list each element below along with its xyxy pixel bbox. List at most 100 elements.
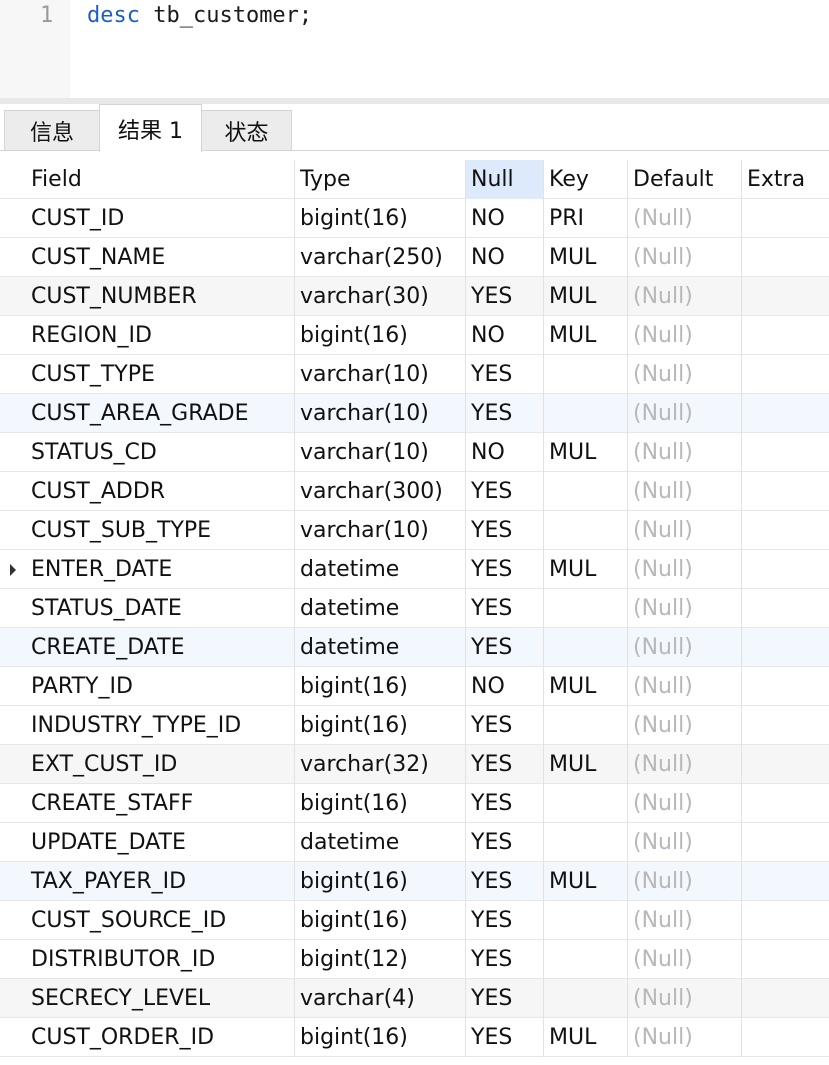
cell-default[interactable]: (Null) <box>628 784 742 823</box>
cell-type[interactable]: varchar(10) <box>295 394 466 433</box>
cell-type[interactable]: bigint(16) <box>295 667 466 706</box>
table-row[interactable]: DISTRIBUTOR_ID bigint(12) YES (Null) <box>0 940 829 979</box>
cell-null[interactable]: YES <box>466 355 544 394</box>
row-indicator[interactable] <box>0 433 26 472</box>
cell-key[interactable] <box>544 940 628 979</box>
cell-field[interactable]: CUST_ADDR <box>26 472 295 511</box>
cell-extra[interactable] <box>742 667 829 706</box>
cell-field[interactable]: UPDATE_DATE <box>26 823 295 862</box>
column-header-type[interactable]: Type <box>295 160 466 199</box>
cell-type[interactable]: bigint(16) <box>295 901 466 940</box>
cell-null[interactable]: YES <box>466 550 544 589</box>
cell-default[interactable]: (Null) <box>628 199 742 238</box>
table-row[interactable]: REGION_ID bigint(16) NO MUL (Null) <box>0 316 829 355</box>
cell-null[interactable]: YES <box>466 277 544 316</box>
cell-null[interactable]: YES <box>466 823 544 862</box>
table-row[interactable]: CUST_AREA_GRADE varchar(10) YES (Null) <box>0 394 829 433</box>
cell-extra[interactable] <box>742 940 829 979</box>
sql-code-line[interactable]: desc tb_customer; <box>87 3 312 28</box>
cell-field[interactable]: CUST_AREA_GRADE <box>26 394 295 433</box>
row-indicator[interactable] <box>0 628 26 667</box>
table-row[interactable]: CUST_ID bigint(16) NO PRI (Null) <box>0 199 829 238</box>
row-indicator[interactable] <box>0 238 26 277</box>
cell-key[interactable]: MUL <box>544 433 628 472</box>
cell-key[interactable] <box>544 511 628 550</box>
row-indicator[interactable] <box>0 394 26 433</box>
cell-key[interactable]: PRI <box>544 199 628 238</box>
cell-field[interactable]: CUST_NAME <box>26 238 295 277</box>
cell-extra[interactable] <box>742 355 829 394</box>
cell-key[interactable] <box>544 472 628 511</box>
row-indicator[interactable] <box>0 277 26 316</box>
cell-default[interactable]: (Null) <box>628 745 742 784</box>
cell-extra[interactable] <box>742 316 829 355</box>
sql-editor[interactable]: 1 desc tb_customer; <box>0 0 829 98</box>
cell-extra[interactable] <box>742 433 829 472</box>
cell-null[interactable]: NO <box>466 238 544 277</box>
cell-type[interactable]: datetime <box>295 589 466 628</box>
cell-key[interactable] <box>544 901 628 940</box>
cell-type[interactable]: bigint(16) <box>295 199 466 238</box>
cell-default[interactable]: (Null) <box>628 706 742 745</box>
cell-type[interactable]: varchar(10) <box>295 355 466 394</box>
table-row[interactable]: STATUS_DATE datetime YES (Null) <box>0 589 829 628</box>
cell-default[interactable]: (Null) <box>628 823 742 862</box>
cell-key[interactable]: MUL <box>544 550 628 589</box>
row-indicator[interactable] <box>0 979 26 1018</box>
cell-key[interactable] <box>544 355 628 394</box>
cell-default[interactable]: (Null) <box>628 862 742 901</box>
row-indicator[interactable] <box>0 199 26 238</box>
cell-type[interactable]: bigint(16) <box>295 784 466 823</box>
cell-extra[interactable] <box>742 589 829 628</box>
table-row[interactable]: EXT_CUST_ID varchar(32) YES MUL (Null) <box>0 745 829 784</box>
cell-field[interactable]: EXT_CUST_ID <box>26 745 295 784</box>
column-header-default[interactable]: Default <box>628 160 742 199</box>
column-header-key[interactable]: Key <box>544 160 628 199</box>
table-row[interactable]: PARTY_ID bigint(16) NO MUL (Null) <box>0 667 829 706</box>
table-row[interactable]: STATUS_CD varchar(10) NO MUL (Null) <box>0 433 829 472</box>
cell-default[interactable]: (Null) <box>628 589 742 628</box>
cell-extra[interactable] <box>742 238 829 277</box>
cell-extra[interactable] <box>742 1018 829 1057</box>
cell-field[interactable]: TAX_PAYER_ID <box>26 862 295 901</box>
cell-extra[interactable] <box>742 277 829 316</box>
cell-default[interactable]: (Null) <box>628 472 742 511</box>
row-indicator[interactable] <box>0 784 26 823</box>
cell-extra[interactable] <box>742 862 829 901</box>
cell-field[interactable]: STATUS_DATE <box>26 589 295 628</box>
cell-null[interactable]: YES <box>466 394 544 433</box>
column-header-field[interactable]: Field <box>26 160 295 199</box>
cell-type[interactable]: bigint(12) <box>295 940 466 979</box>
cell-default[interactable]: (Null) <box>628 1018 742 1057</box>
cell-default[interactable]: (Null) <box>628 355 742 394</box>
cell-extra[interactable] <box>742 472 829 511</box>
cell-extra[interactable] <box>742 199 829 238</box>
cell-field[interactable]: CUST_ID <box>26 199 295 238</box>
cell-field[interactable]: STATUS_CD <box>26 433 295 472</box>
table-row[interactable]: CUST_NUMBER varchar(30) YES MUL (Null) <box>0 277 829 316</box>
table-row[interactable]: CREATE_DATE datetime YES (Null) <box>0 628 829 667</box>
cell-type[interactable]: varchar(4) <box>295 979 466 1018</box>
cell-key[interactable]: MUL <box>544 238 628 277</box>
row-indicator[interactable] <box>0 1018 26 1057</box>
cell-field[interactable]: CUST_SOURCE_ID <box>26 901 295 940</box>
cell-extra[interactable] <box>742 901 829 940</box>
column-header-extra[interactable]: Extra <box>742 160 829 199</box>
cell-null[interactable]: YES <box>466 745 544 784</box>
cell-field[interactable]: CUST_SUB_TYPE <box>26 511 295 550</box>
table-row[interactable]: CREATE_STAFF bigint(16) YES (Null) <box>0 784 829 823</box>
cell-null[interactable]: YES <box>466 628 544 667</box>
cell-type[interactable]: bigint(16) <box>295 316 466 355</box>
table-row[interactable]: INDUSTRY_TYPE_ID bigint(16) YES (Null) <box>0 706 829 745</box>
cell-field[interactable]: CUST_TYPE <box>26 355 295 394</box>
cell-key[interactable] <box>544 589 628 628</box>
cell-field[interactable]: CUST_ORDER_ID <box>26 1018 295 1057</box>
cell-default[interactable]: (Null) <box>628 277 742 316</box>
cell-key[interactable]: MUL <box>544 316 628 355</box>
cell-key[interactable]: MUL <box>544 667 628 706</box>
cell-extra[interactable] <box>742 511 829 550</box>
cell-type[interactable]: datetime <box>295 823 466 862</box>
table-row[interactable]: UPDATE_DATE datetime YES (Null) <box>0 823 829 862</box>
table-row[interactable]: ENTER_DATE datetime YES MUL (Null) <box>0 550 829 589</box>
row-indicator[interactable] <box>0 667 26 706</box>
